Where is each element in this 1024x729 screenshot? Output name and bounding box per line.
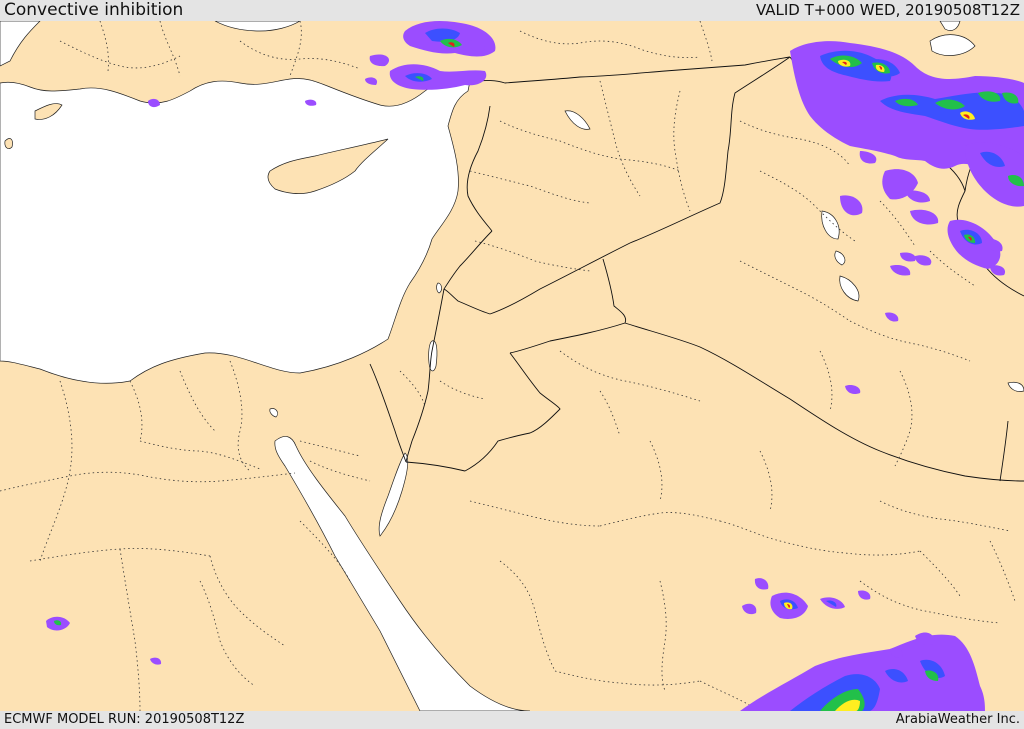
model-run-label: ECMWF MODEL RUN: 20190508T12Z — [4, 712, 245, 727]
island-rhodes — [4, 138, 13, 149]
valid-time: VALID T+000 WED, 20190508T12Z — [755, 1, 1020, 19]
map-canvas[interactable] — [0, 21, 1024, 711]
footer-bar: ECMWF MODEL RUN: 20190508T12Z ArabiaWeat… — [0, 711, 1024, 729]
sea-of-galilee — [436, 282, 442, 294]
map-svg — [0, 21, 1024, 711]
map-title: Convective inhibition — [4, 0, 184, 20]
header-bar: Convective inhibition VALID T+000 WED, 2… — [0, 0, 1024, 21]
credit-label: ArabiaWeather Inc. — [895, 712, 1020, 727]
